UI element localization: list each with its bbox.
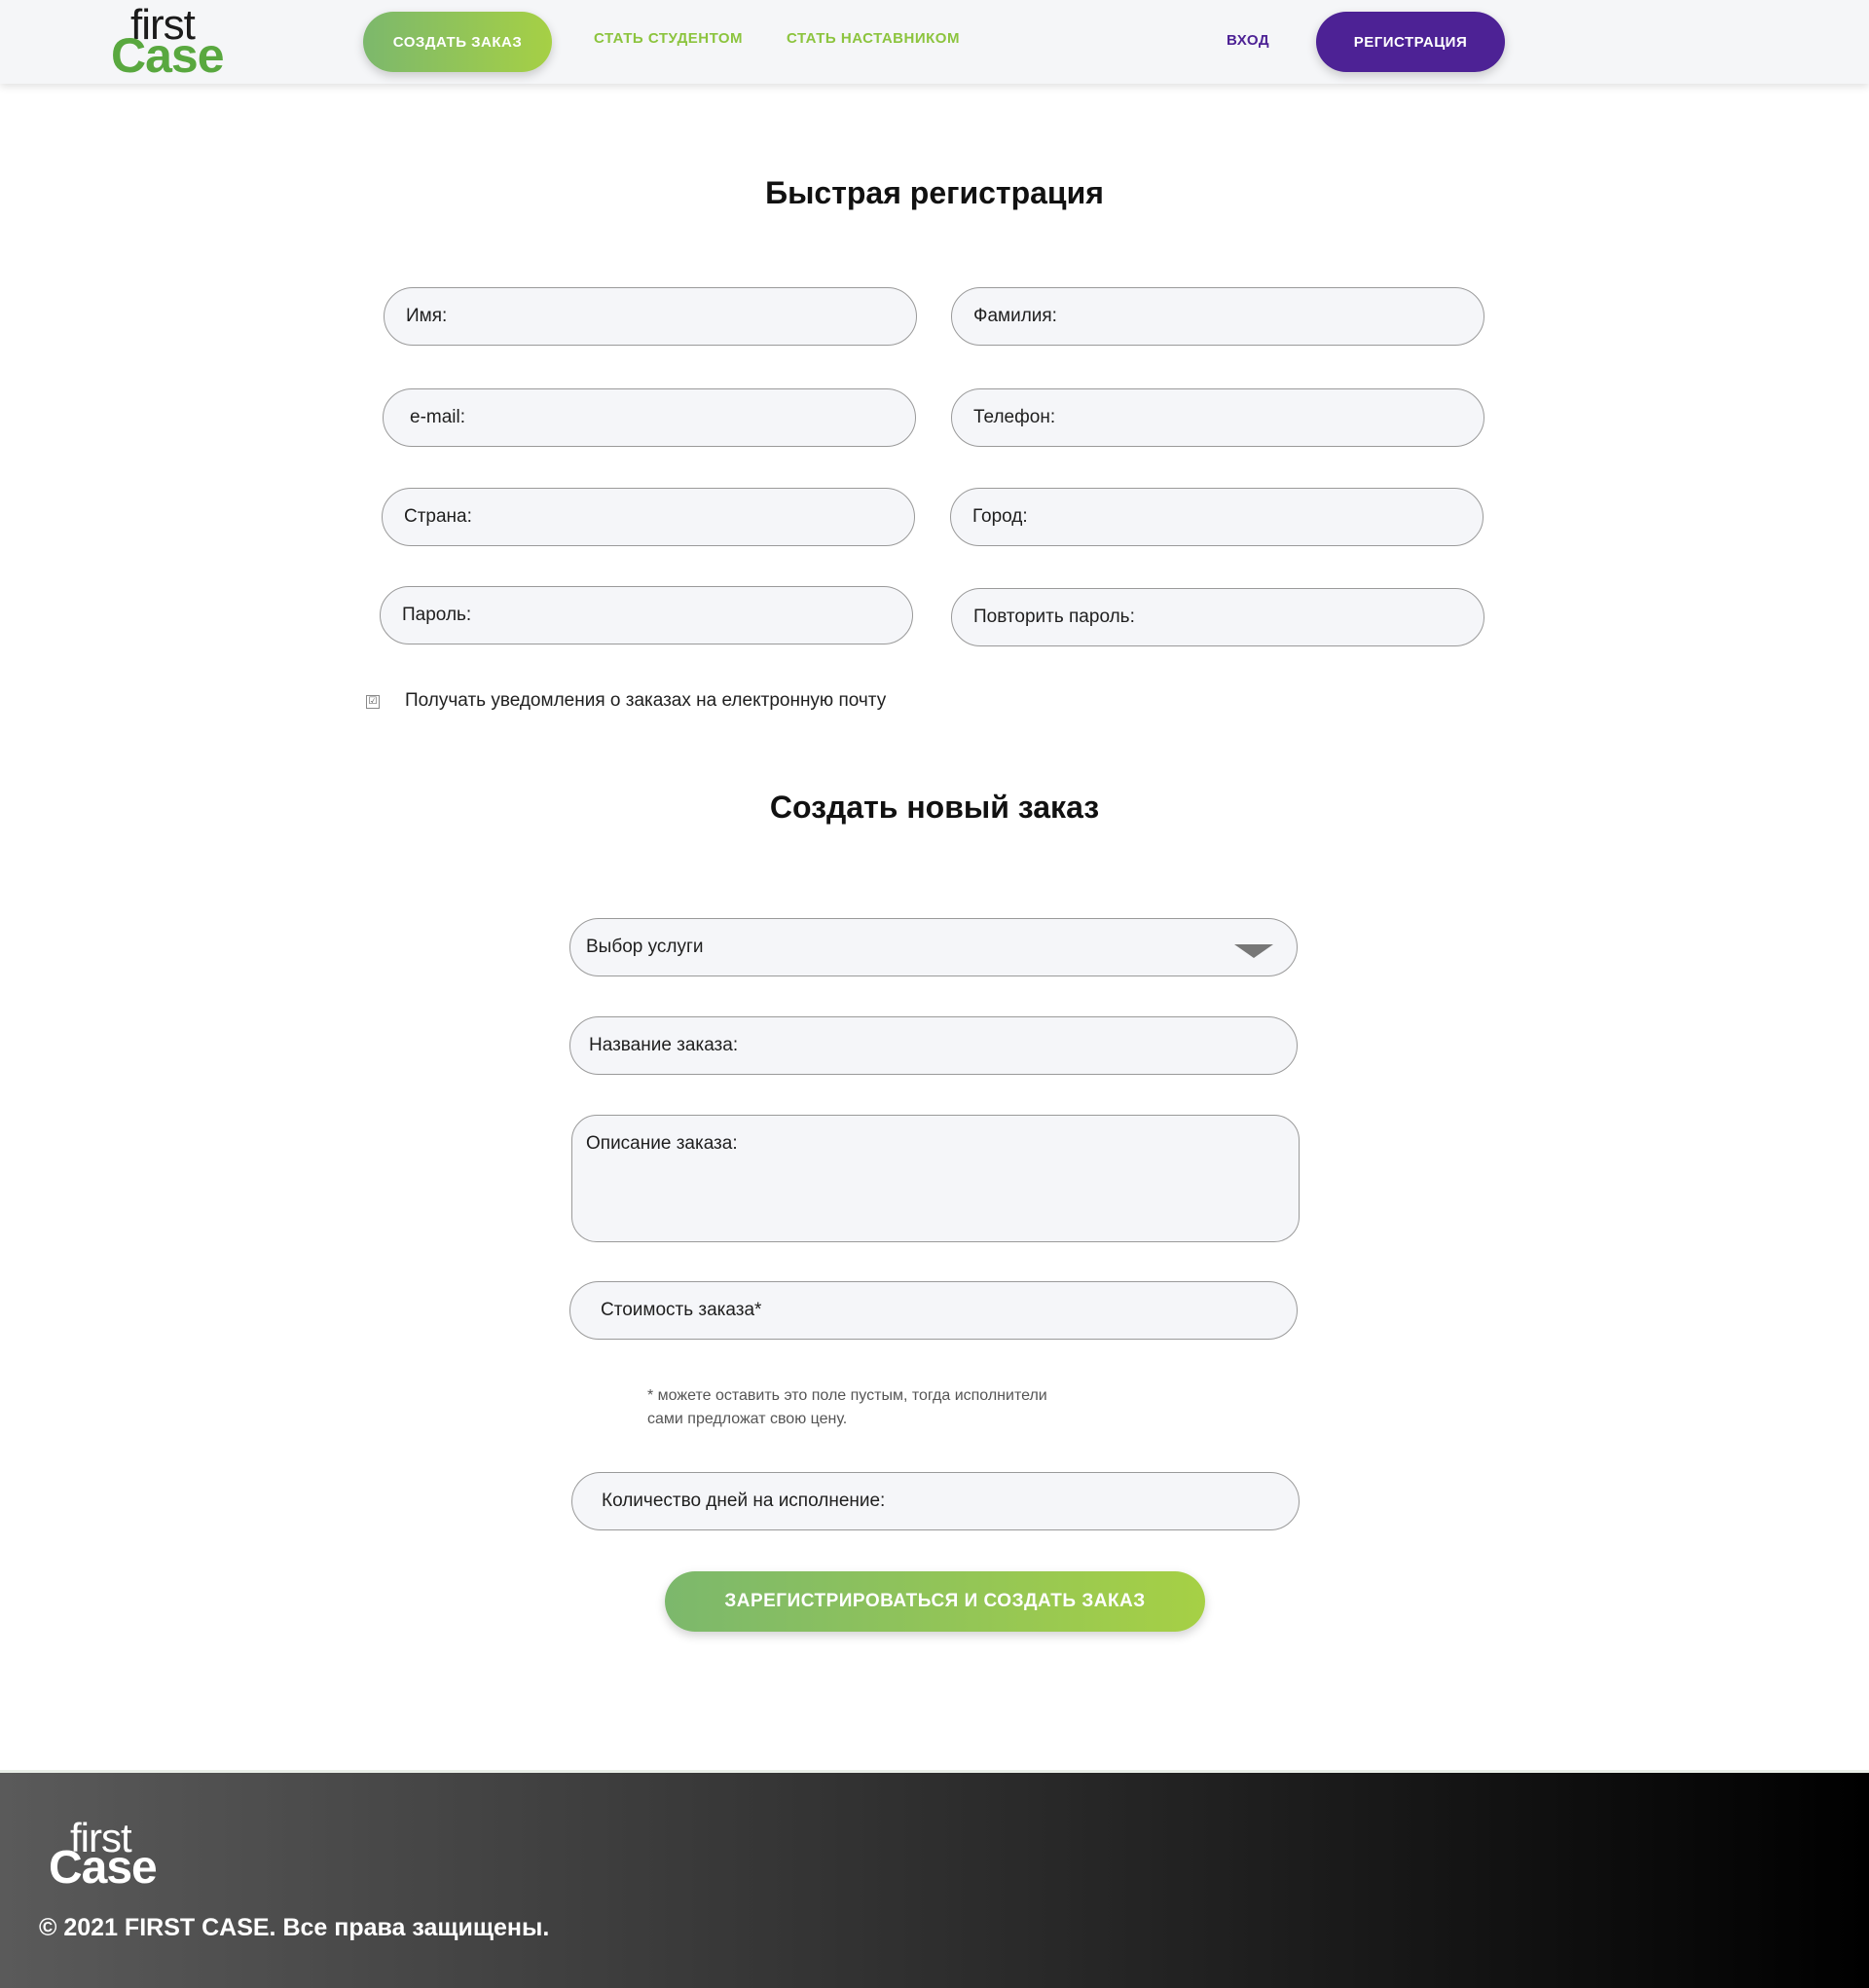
order-name-placeholder: Название заказа: [589,1035,739,1055]
city-placeholder: Город: [972,506,1028,527]
footer: first Case © 2021 FIRST CASE. Все права … [0,1770,1869,1988]
price-hint: * можете оставить это поле пустым, тогда… [647,1384,1154,1431]
order-description-field[interactable]: Описание заказа: [571,1115,1300,1242]
notify-checkbox[interactable]: ☑ [366,695,380,709]
copyright-text: © 2021 FIRST CASE. Все права защищены. [39,1914,550,1941]
city-field[interactable]: Город: [950,488,1484,546]
register-button[interactable]: РЕГИСТРАЦИЯ [1316,12,1505,72]
password-placeholder: Пароль: [402,605,472,625]
country-field[interactable]: Страна: [382,488,915,546]
become-mentor-link[interactable]: СТАТЬ НАСТАВНИКОМ [787,30,960,47]
price-hint-line2: сами предложат свою цену. [647,1411,848,1427]
phone-placeholder: Телефон: [973,407,1056,427]
login-link[interactable]: ВХОД [1227,32,1269,49]
last-name-field[interactable]: Фамилия: [951,287,1484,346]
top-navbar: first Case СОЗДАТЬ ЗАКАЗ СТАТЬ СТУДЕНТОМ… [0,0,1869,84]
order-price-placeholder: Стоимость заказа* [601,1300,762,1320]
footer-logo-case-text: Case [49,1842,158,1894]
chevron-down-icon[interactable] [1234,944,1273,958]
email-placeholder: e-mail: [410,407,466,427]
create-order-title: Создать новый заказ [769,790,1100,825]
order-price-field[interactable]: Стоимость заказа* [569,1281,1298,1340]
order-description-placeholder: Описание заказа: [586,1133,738,1154]
site-logo[interactable]: first Case [111,2,228,83]
repeat-password-field[interactable]: Повторить пароль: [951,588,1484,646]
repeat-password-placeholder: Повторить пароль: [973,607,1135,627]
notify-checkbox-label[interactable]: Получать уведомления о заказах на електр… [405,690,886,712]
footer-logo[interactable]: first Case [49,1816,165,1894]
price-hint-line1: * можете оставить это поле пустым, тогда… [647,1387,1047,1404]
days-placeholder: Количество дней на исполнение: [602,1491,886,1511]
first-name-placeholder: Имя: [406,306,448,326]
phone-field[interactable]: Телефон: [951,388,1484,447]
service-select-value: Выбор услуги [586,937,704,957]
email-field[interactable]: e-mail: [383,388,916,447]
first-name-field[interactable]: Имя: [384,287,917,346]
days-field[interactable]: Количество дней на исполнение: [571,1472,1300,1530]
last-name-placeholder: Фамилия: [973,306,1057,326]
service-select[interactable]: Выбор услуги [569,918,1298,976]
logo-case-text: Case [111,28,225,83]
password-field[interactable]: Пароль: [380,586,913,644]
registration-title: Быстрая регистрация [765,175,1104,210]
country-placeholder: Страна: [404,506,472,527]
register-and-create-order-button[interactable]: ЗАРЕГИСТРИРОВАТЬСЯ И СОЗДАТЬ ЗАКАЗ [665,1571,1205,1632]
create-order-button[interactable]: СОЗДАТЬ ЗАКАЗ [363,12,552,72]
become-student-link[interactable]: СТАТЬ СТУДЕНТОМ [594,30,743,47]
order-name-field[interactable]: Название заказа: [569,1016,1298,1075]
